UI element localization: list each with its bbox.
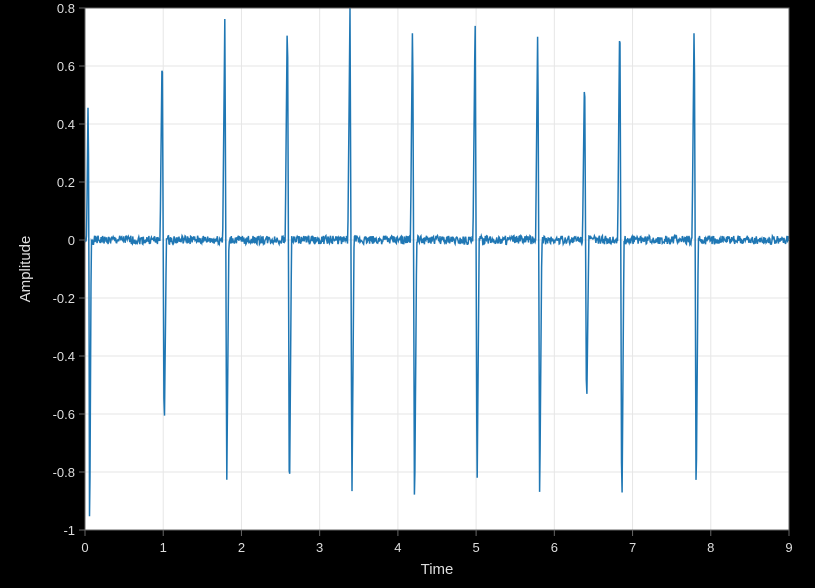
y-tick-label: -0.6 <box>53 407 75 422</box>
x-tick-label: 7 <box>629 540 636 555</box>
x-tick-label: 0 <box>81 540 88 555</box>
y-tick-label: 0.2 <box>57 175 75 190</box>
signal-chart: 0 1 2 3 4 5 6 7 8 9 -1 -0.8 -0.6 -0.4 -0.2 0 0.2 0.4 0.6 0.… <box>0 0 815 588</box>
y-tick-label: 0 <box>68 233 75 248</box>
x-tick-label: 2 <box>238 540 245 555</box>
x-tick-label: 6 <box>551 540 558 555</box>
y-axis-label: Amplitude <box>17 236 34 303</box>
y-tick-label: 0.6 <box>57 59 75 74</box>
x-tick-label: 8 <box>707 540 714 555</box>
x-tick-label: 4 <box>394 540 401 555</box>
y-tick-label: -0.4 <box>53 349 75 364</box>
x-tick-label: 1 <box>160 540 167 555</box>
x-axis: 0 1 2 3 4 5 6 7 8 9 <box>81 530 792 555</box>
y-tick-label: -1 <box>63 523 75 538</box>
y-tick-label: -0.2 <box>53 291 75 306</box>
y-axis: -1 -0.8 -0.6 -0.4 -0.2 0 0.2 0.4 0.6 0.8 <box>53 1 85 538</box>
plot-area <box>85 8 789 530</box>
x-axis-label: Time <box>421 561 454 578</box>
y-tick-label: -0.8 <box>53 465 75 480</box>
y-tick-label: 0.4 <box>57 117 75 132</box>
x-tick-label: 9 <box>785 540 792 555</box>
y-tick-label: 0.8 <box>57 1 75 16</box>
x-tick-label: 3 <box>316 540 323 555</box>
x-tick-label: 5 <box>472 540 479 555</box>
